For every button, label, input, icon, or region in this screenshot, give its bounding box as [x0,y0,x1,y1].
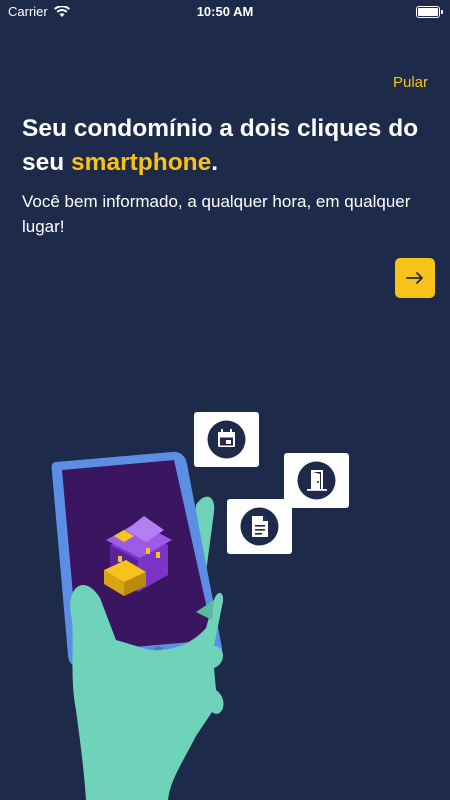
battery-indicator [416,4,443,18]
door-card [284,453,349,508]
status-time: 10:50 AM [196,4,254,19]
next-button[interactable] [395,258,435,298]
onboarding-subtitle: Você bem informado, a qualquer hora, em … [22,192,411,236]
arrow-right-icon [406,272,423,284]
onboarding-headline: Seu condomínio a dois cliques do seu sma… [22,112,432,180]
headline-end: . [211,149,219,176]
document-icon [252,516,268,537]
calendar-card [194,412,259,467]
onboarding-illustration [51,412,349,800]
headline-highlight: smartphone [71,149,212,176]
document-card [227,499,292,554]
status-bar: Carrier 10:50 AM [0,0,450,22]
battery-icon [416,6,443,18]
skip-button[interactable]: Pular [393,74,428,91]
